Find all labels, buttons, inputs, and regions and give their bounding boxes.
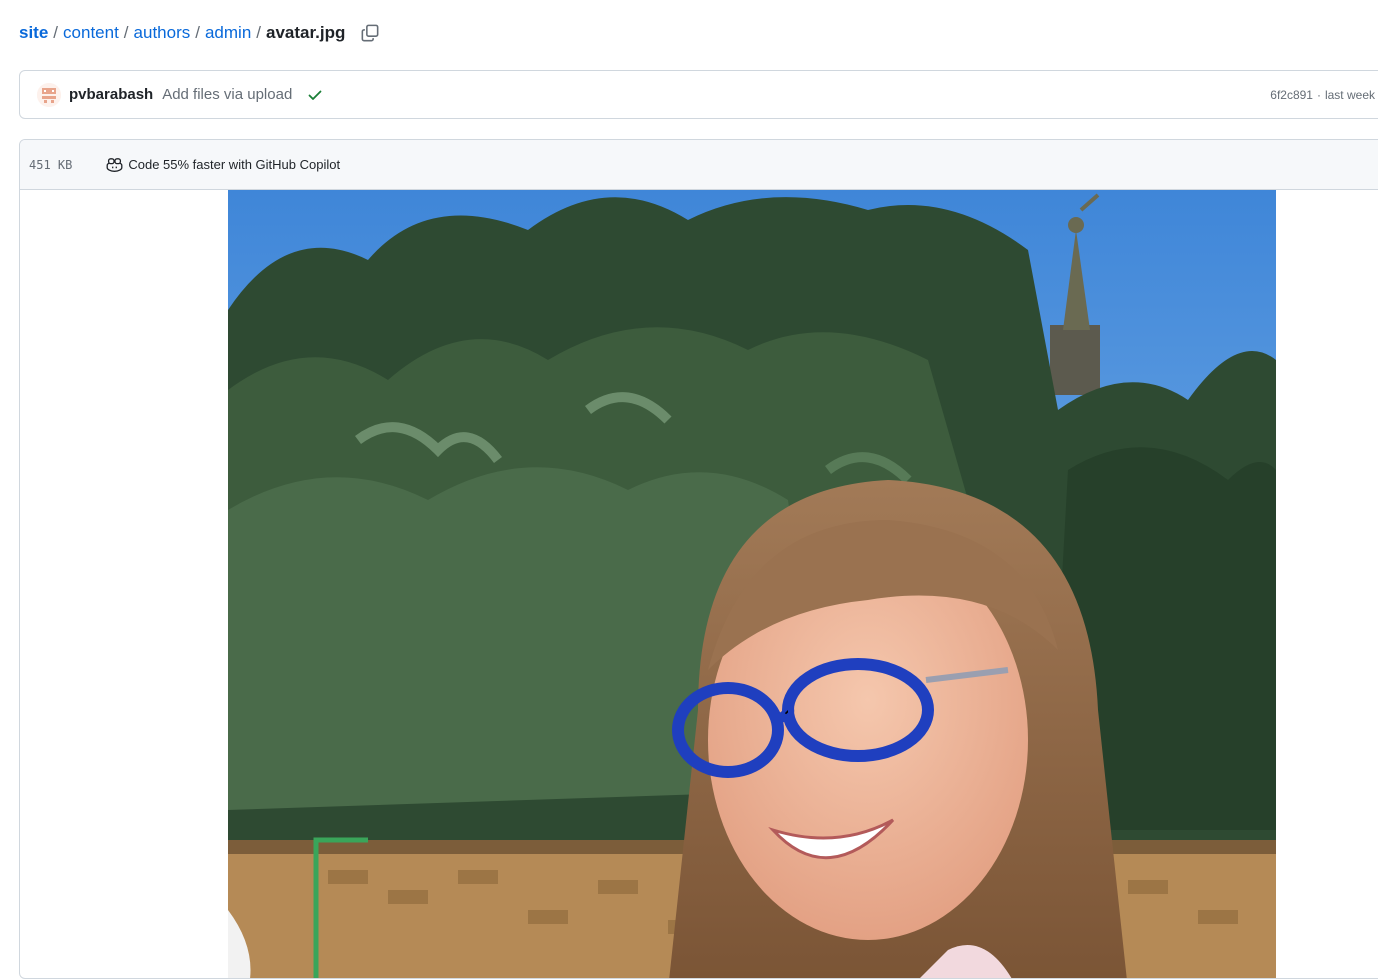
copilot-promo-text: Code 55% faster with GitHub Copilot: [128, 157, 341, 172]
breadcrumb-link-site[interactable]: site: [19, 23, 48, 43]
breadcrumb: site / content / authors / admin / avata…: [19, 20, 381, 46]
commit-author-link[interactable]: pvbarabash: [69, 86, 153, 103]
breadcrumb-current-file: avatar.jpg: [266, 23, 346, 42]
breadcrumb-separator: /: [53, 23, 59, 42]
commit-meta: 6f2c891 · last week: [1270, 71, 1375, 118]
copilot-promo-link[interactable]: Code 55% faster with GitHub Copilot: [106, 157, 340, 173]
breadcrumb-separator: /: [123, 23, 129, 42]
commit-sha-link[interactable]: 6f2c891: [1270, 88, 1313, 102]
avatar-photo: [228, 190, 1276, 978]
breadcrumb-separator: /: [195, 23, 200, 42]
breadcrumb-link-content[interactable]: content: [63, 23, 119, 43]
breadcrumb-link-authors[interactable]: authors: [134, 23, 191, 43]
latest-commit-bar: pvbarabash Add files via upload 6f2c891 …: [19, 70, 1378, 119]
check-icon: [308, 90, 322, 100]
file-size: 451 KB: [29, 157, 73, 172]
breadcrumb-separator: /: [256, 23, 262, 42]
meta-separator: ·: [1316, 87, 1321, 102]
commit-message-link[interactable]: Add files via upload: [162, 86, 292, 103]
copy-icon: [361, 24, 379, 42]
copilot-icon: [106, 157, 123, 172]
user-avatar-icon: [37, 82, 61, 107]
commit-status[interactable]: [307, 87, 323, 103]
avatar[interactable]: [37, 82, 61, 107]
copy-path-button[interactable]: [359, 22, 381, 44]
breadcrumb-link-admin[interactable]: admin: [205, 23, 251, 43]
file-header: 451 KB Code 55% faster with GitHub Copil…: [20, 140, 1378, 190]
file-viewer: 451 KB Code 55% faster with GitHub Copil…: [19, 139, 1378, 979]
commit-time: last week: [1324, 87, 1375, 102]
avatar-image: [228, 190, 1276, 978]
